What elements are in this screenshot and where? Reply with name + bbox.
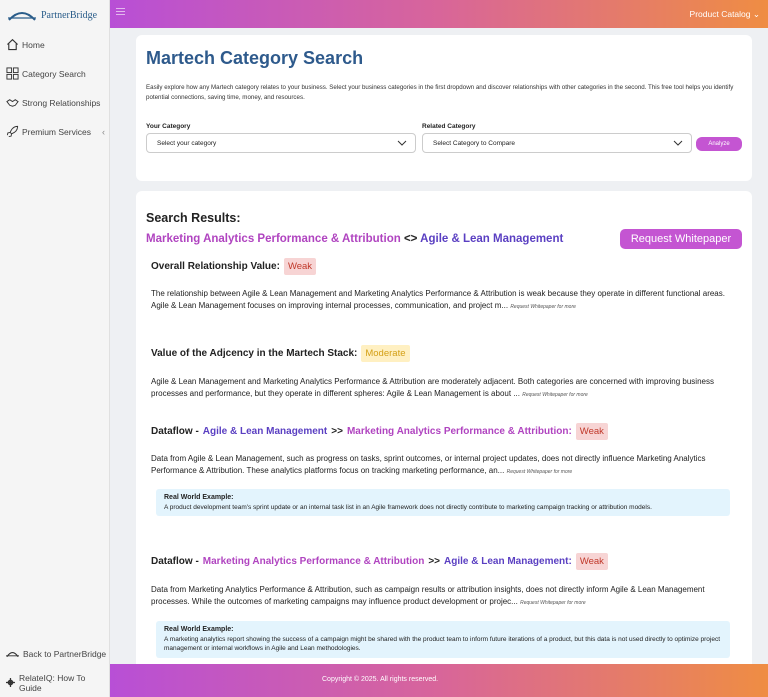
home-icon [7, 38, 18, 51]
category-b-name: Agile & Lean Management [420, 233, 564, 245]
analyze-button[interactable]: Analyze [696, 137, 742, 151]
dataflow-1-to: Marketing Analytics Performance & Attrib… [346, 426, 572, 437]
gear-icon [6, 678, 15, 687]
bridge-icon [6, 652, 19, 658]
sidebar-nav: Home Category Search Strong Relationship… [0, 30, 109, 146]
sidebar-bottom-label: RelateIQ: How To Guide [18, 672, 86, 693]
dataflow-1-heading: Dataflow - Agile & Lean Management >> Ma… [151, 423, 608, 440]
dataflow-prefix: Dataflow - [151, 556, 199, 567]
dataflow-2-example: Real World Example: A marketing analytic… [156, 621, 730, 658]
chevron-down-icon: ⌄ [752, 9, 760, 19]
adjacency-body: Agile & Lean Management and Marketing An… [151, 377, 714, 398]
sidebar: PartnerBridge Home Category Search Stron… [0, 0, 110, 697]
overall-relationship-label: Overall Relationship Value: [151, 261, 280, 272]
sidebar-bottom-label: Back to PartnerBridge [23, 648, 107, 659]
adjacency-text: Agile & Lean Management and Marketing An… [151, 376, 743, 401]
overall-relationship-heading: Overall Relationship Value: Weak [151, 258, 317, 275]
request-whitepaper-button[interactable]: Request Whitepaper [620, 229, 742, 249]
your-category-select[interactable]: Select your category [146, 133, 416, 153]
rocket-icon [6, 125, 19, 138]
sidebar-item-label: Strong Relationships [22, 97, 101, 108]
dataflow-1-example: Real World Example: A product developmen… [156, 489, 730, 516]
sidebar-item-label: Home [22, 39, 45, 50]
search-card: Martech Category Search Easily explore h… [136, 35, 752, 181]
pair-connector: <> [403, 233, 418, 245]
overall-relationship-text: The relationship between Agile & Lean Ma… [151, 288, 743, 313]
results-heading: Search Results: [146, 211, 241, 225]
example-text: A marketing analytics report showing the… [164, 635, 721, 653]
dataflow-1-from: Agile & Lean Management [202, 426, 328, 437]
grid-icon [6, 67, 19, 80]
example-title: Real World Example: [164, 626, 234, 633]
overall-text: The relationship between Agile & Lean Ma… [151, 289, 725, 310]
request-more-link[interactable]: Request Whitepaper for more [507, 469, 573, 475]
footer: Copyright © 2025. All rights reserved. [110, 664, 768, 697]
example-text: A product development team's sprint upda… [164, 503, 652, 511]
dataflow-arrow: >> [331, 426, 343, 437]
copyright-text: Copyright © 2025. All rights reserved. [322, 676, 439, 683]
category-a-name: Marketing Analytics Performance & Attrib… [146, 233, 401, 245]
logo-text: PartnerBridge [41, 9, 98, 21]
dataflow-1-body: Data from Agile & Lean Management, such … [151, 454, 706, 475]
results-card: Search Results: Marketing Analytics Perf… [136, 191, 752, 664]
adjacency-heading: Value of the Adjcency in the Martech Sta… [151, 345, 410, 362]
back-to-partnerbridge-link[interactable]: Back to PartnerBridge [0, 639, 110, 668]
category-pair: Marketing Analytics Performance & Attrib… [146, 233, 563, 245]
request-more-link[interactable]: Request Whitepaper for more [520, 600, 586, 606]
related-category-label: Related Category [422, 123, 476, 130]
product-catalog-label: Product Catalog [689, 9, 751, 19]
chevron-down-icon [397, 140, 407, 146]
status-badge: Weak [575, 423, 608, 440]
your-category-value: Select your category [157, 139, 217, 147]
sidebar-item-home[interactable]: Home [0, 30, 109, 59]
dataflow-prefix: Dataflow - [151, 426, 199, 437]
dataflow-2-body: Data from Marketing Analytics Performanc… [151, 585, 705, 606]
menu-icon[interactable] [116, 8, 125, 15]
logo[interactable]: PartnerBridge [0, 0, 109, 30]
search-description: Easily explore how any Martech category … [146, 84, 734, 101]
bridge-logo-icon [8, 12, 36, 21]
related-category-value: Select Category to Compare [433, 139, 516, 147]
sidebar-item-premium-services[interactable]: Premium Services ‹ [0, 117, 109, 146]
handshake-icon [6, 99, 19, 107]
dataflow-2-from: Marketing Analytics Performance & Attrib… [202, 556, 425, 567]
sidebar-item-strong-relationships[interactable]: Strong Relationships [0, 88, 109, 117]
example-title: Real World Example: [164, 494, 234, 501]
dataflow-2-heading: Dataflow - Marketing Analytics Performan… [151, 553, 608, 570]
chevron-down-icon [673, 140, 683, 146]
request-more-link[interactable]: Request Whitepaper for more [522, 392, 588, 398]
dataflow-2-to: Agile & Lean Management: [444, 556, 572, 567]
request-more-link[interactable]: Request Whitepaper for more [510, 304, 576, 310]
how-to-guide-link[interactable]: RelateIQ: How To Guide [0, 668, 110, 697]
dataflow-2-text: Data from Marketing Analytics Performanc… [151, 584, 743, 609]
sidebar-bottom: Back to PartnerBridge RelateIQ: How To G… [0, 639, 110, 697]
status-badge: Moderate [361, 345, 410, 362]
status-badge: Weak [283, 258, 317, 275]
main-content: Martech Category Search Easily explore h… [110, 28, 768, 664]
chevron-left-icon: ‹ [101, 126, 105, 137]
dataflow-arrow: >> [428, 556, 440, 567]
status-badge: Weak [575, 553, 608, 570]
related-category-select[interactable]: Select Category to Compare [422, 133, 692, 153]
sidebar-item-label: Category Search [22, 68, 86, 79]
your-category-label: Your Category [146, 123, 191, 130]
topbar: Product Catalog ⌄ [110, 0, 768, 28]
sidebar-item-category-search[interactable]: Category Search [0, 59, 109, 88]
dataflow-1-text: Data from Agile & Lean Management, such … [151, 453, 743, 478]
adjacency-label: Value of the Adjcency in the Martech Sta… [151, 348, 358, 359]
page-title: Martech Category Search [146, 48, 364, 68]
product-catalog-dropdown[interactable]: Product Catalog ⌄ [690, 9, 760, 20]
sidebar-item-label: Premium Services [22, 126, 91, 137]
